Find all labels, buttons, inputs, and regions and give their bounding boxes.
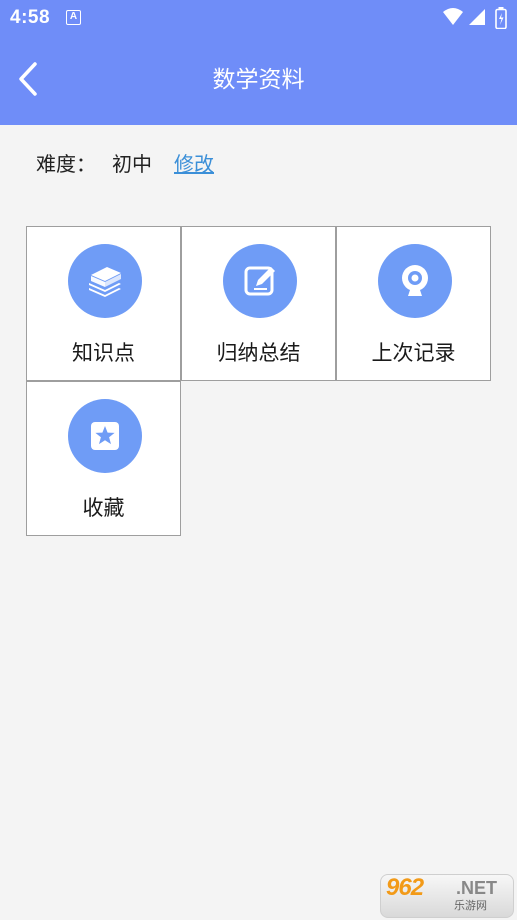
edit-icon	[223, 244, 297, 318]
page-title: 数学资料	[212, 67, 305, 93]
tile-label: 知识点	[72, 341, 135, 365]
difficulty-value: 初中	[112, 151, 152, 176]
header-bar: 4:58 A 数学资料	[0, 0, 517, 125]
tile-label: 上次记录	[371, 341, 456, 365]
watermark-subtitle: 乐游网	[454, 899, 487, 912]
tile-summary[interactable]: 归纳总结	[181, 226, 336, 381]
watermark-brand: 962	[386, 874, 424, 901]
books-icon	[68, 244, 142, 318]
tile-favorites[interactable]: 收藏	[26, 381, 181, 536]
site-watermark: 962 .NET 乐游网	[376, 868, 517, 920]
notification-icon: A	[66, 10, 81, 25]
modify-difficulty-link[interactable]: 修改	[174, 148, 214, 177]
star-icon	[68, 399, 142, 473]
wifi-icon	[443, 8, 463, 25]
difficulty-row: 难度： 初中 修改	[36, 144, 214, 180]
watermark-domain: .NET	[456, 878, 498, 898]
tile-label: 归纳总结	[216, 341, 301, 365]
battery-icon	[495, 7, 507, 29]
webcam-icon	[378, 244, 452, 318]
status-bar: 4:58 A	[0, 0, 517, 36]
tile-knowledge-points[interactable]: 知识点	[26, 226, 181, 381]
signal-icon	[469, 9, 485, 25]
difficulty-label: 难度：	[36, 151, 96, 176]
status-time: 4:58	[10, 7, 51, 28]
tile-label: 收藏	[82, 496, 125, 520]
tile-last-record[interactable]: 上次记录	[336, 226, 491, 381]
